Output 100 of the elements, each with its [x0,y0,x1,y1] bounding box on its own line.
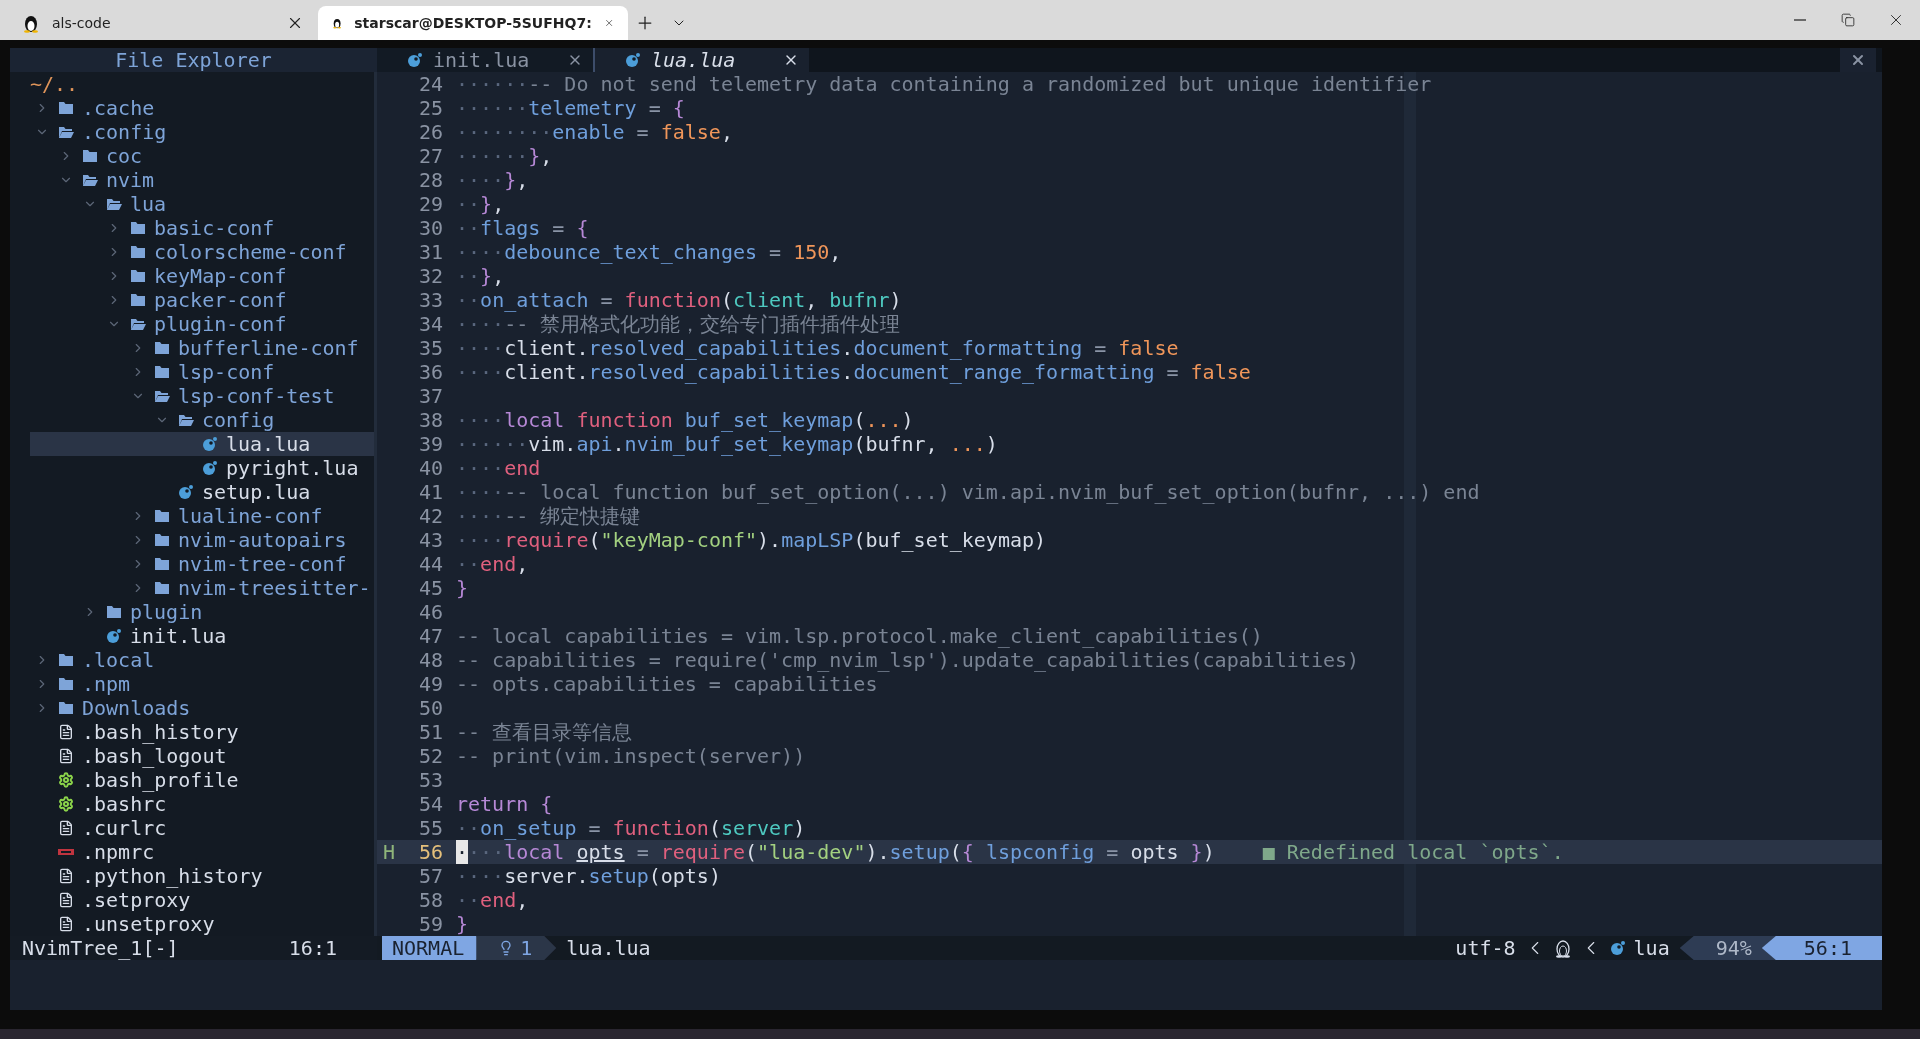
folder-icon [130,221,146,235]
line-number: 36 [417,360,443,384]
line-number: 27 [417,144,443,168]
folder-name[interactable]: lsp-conf-test [178,384,335,408]
lua-icon [625,52,641,68]
cursor-position: 56:1 [1761,936,1882,960]
folder-name[interactable]: nvim [106,168,155,192]
code-line: } [456,576,469,600]
folder-name[interactable]: keyMap-conf [154,264,287,288]
folder-icon [58,701,74,715]
file-name: lua.lua [566,936,651,960]
folder-name[interactable]: packer-conf [154,288,287,312]
code-line: } [456,912,469,936]
buffer-name: NvimTree_1[-] [22,936,179,960]
folder-name[interactable]: basic-conf [154,216,275,240]
code-line: ····-- local function buf_set_option(...) vim.api.nvim_buf_set_option(bufnr, ...) end [456,480,1480,504]
line-number: 34 [417,312,443,336]
folder-name[interactable]: plugin [130,600,203,624]
folder-name[interactable]: .config [82,120,167,144]
code-line: ········enable = false, [456,120,733,144]
line-number: 49 [417,672,443,696]
open-folder-icon [58,125,74,139]
folder-name[interactable]: plugin-conf [154,312,287,336]
tree-root[interactable]: ~/.. [30,72,79,96]
folder-icon [106,605,122,619]
folder-icon [154,557,170,571]
folder-name[interactable]: lsp-conf [178,360,275,384]
folder-icon [82,149,98,163]
folder-name[interactable]: Downloads [82,696,191,720]
folder-icon [58,653,74,667]
line-number: 30 [417,216,443,240]
code-line: ····-- 禁用格式化功能，交给专门插件插件处理 [456,312,901,336]
file-name[interactable]: .npmrc [82,840,155,864]
code-line: ····debounce_text_changes = 150, [456,240,842,264]
code-line: ··flags = { [456,216,589,240]
folder-name[interactable]: colorscheme-conf [154,240,347,264]
browser-tab[interactable]: als-code [8,6,318,40]
sidebar-title: File Explorer [10,48,377,72]
folder-name[interactable]: config [202,408,275,432]
folder-icon [154,581,170,595]
folder-name[interactable]: bufferline-conf [178,336,359,360]
file-name[interactable]: .bash_history [82,720,239,744]
file-name[interactable]: .bash_logout [82,744,227,768]
minimize-icon [1794,19,1806,21]
folder-icon [58,677,74,691]
folder-name[interactable]: .local [82,648,155,672]
file-name[interactable]: .curlrc [82,816,167,840]
file-name[interactable]: .bash_profile [82,768,239,792]
file-name[interactable]: pyright.lua [226,456,359,480]
line-number: 51 [417,720,443,744]
file-name[interactable]: init.lua [130,624,227,648]
penguin-icon [1553,938,1572,958]
lua-icon [202,436,218,452]
line-number: 50 [417,696,443,720]
close-all-button[interactable] [1840,48,1876,72]
document-icon [58,892,74,908]
code-line: ····client.resolved_capabilities.document_formatting = false [456,336,1179,360]
line-number: 44 [417,552,443,576]
line-number: 52 [417,744,443,768]
line-number: 24 [417,72,443,96]
editor-tab[interactable]: init.lua [377,48,593,72]
code-line: -- print(vim.inspect(server)) [456,744,806,768]
folder-icon [130,293,146,307]
lua-icon [202,460,218,476]
line-number: 42 [417,504,443,528]
editor-tab[interactable]: lua.lua [593,48,809,72]
cursor-position: 16:1 [288,936,337,960]
open-folder-icon [154,389,170,403]
code-line: -- local capabilities = vim.lsp.protocol.make_client_capabilities() [456,624,1263,648]
line-number: 28 [417,168,443,192]
line-number: 32 [417,264,443,288]
file-name[interactable]: .unsetproxy [82,912,215,936]
code-line: ····local opts = require("lua-dev").setup({ lspconfig = opts }) [456,840,1215,864]
folder-name[interactable]: .cache [82,96,155,120]
code-line: ······-- Do not send telemetry data containing a randomized but unique identifier [456,72,1432,96]
code-line: ··on_setup = function(server) [456,816,806,840]
code-line: -- opts.capabilities = capabilities [456,672,878,696]
browser-tab[interactable]: starscar@DESKTOP-5SUFHQ7: [318,6,628,40]
code-line: -- 查看目录等信息 [456,720,633,744]
file-name[interactable]: setup.lua [202,480,311,504]
line-number: 29 [417,192,443,216]
folder-name[interactable]: lua [130,192,167,216]
folder-icon [154,509,170,523]
folder-name[interactable]: .npm [82,672,131,696]
file-name[interactable]: .setproxy [82,888,191,912]
folder-name[interactable]: nvim-treesitter- [178,576,371,600]
close-icon [1850,52,1866,68]
code-line: ··end, [456,552,529,576]
open-folder-icon [178,413,194,427]
line-number: 54 [417,792,443,816]
file-name[interactable]: .python_history [82,864,263,888]
folder-name[interactable]: nvim-autopairs [178,528,347,552]
code-line: ····-- 绑定快捷键 [456,504,641,528]
code-line: ··}, [456,192,505,216]
lua-icon [1609,940,1626,956]
folder-name[interactable]: lualine-conf [178,504,323,528]
gear-icon [58,772,74,788]
file-name[interactable]: .bashrc [82,792,167,816]
folder-name[interactable]: nvim-tree-conf [178,552,347,576]
folder-name[interactable]: coc [106,144,143,168]
